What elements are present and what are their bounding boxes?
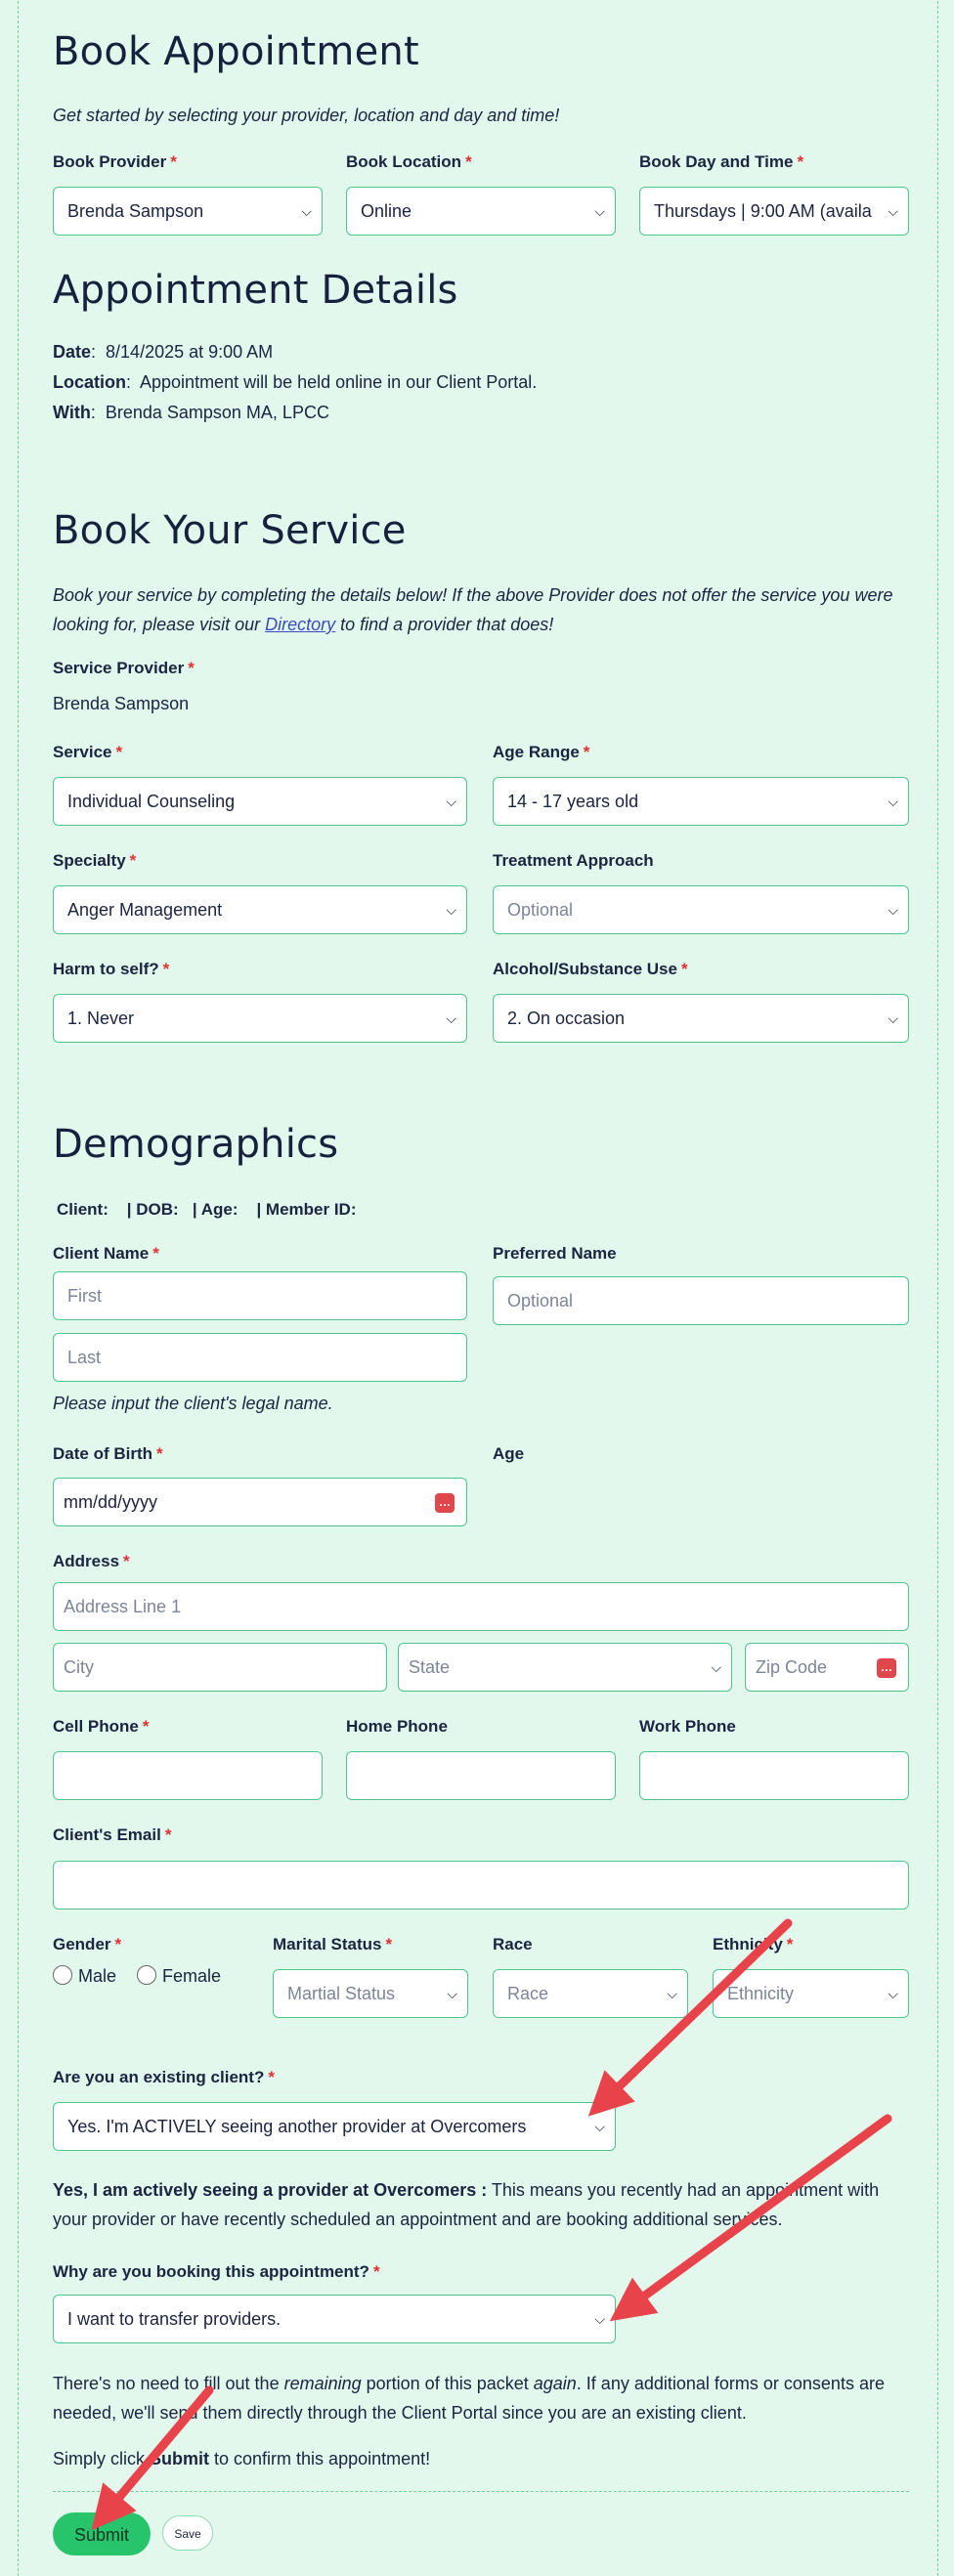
booking-reason-label: Why are you booking this appointment? *: [53, 2262, 380, 2281]
save-button[interactable]: Save: [162, 2515, 213, 2551]
zip-code-input[interactable]: Zip Code…: [745, 1643, 909, 1692]
chevron-down-icon: ⌵: [594, 2119, 605, 2134]
marital-status-select[interactable]: Martial Status ⌵: [273, 1969, 468, 2018]
book-intro: Get started by selecting your provider, …: [53, 106, 560, 125]
service-intro: Book your service by completing the deta…: [53, 585, 893, 634]
book-provider-select[interactable]: Brenda Sampson ⌵: [53, 187, 323, 236]
chevron-down-icon: ⌵: [667, 1986, 677, 2001]
existing-client-label: Are you an existing client? *: [53, 2068, 275, 2086]
radio-circle-icon[interactable]: [137, 1965, 157, 1985]
harm-label: Harm to self? *: [53, 960, 170, 978]
chevron-down-icon: ⌵: [301, 203, 312, 219]
demographics-title: Demographics: [53, 1122, 339, 1167]
address-label: Address *: [53, 1552, 130, 1570]
booking-reason-select[interactable]: I want to transfer providers. ⌵: [53, 2295, 616, 2343]
dob-label: Date of Birth *: [53, 1444, 163, 1463]
state-select[interactable]: State ⌵: [398, 1643, 732, 1692]
race-label: Race: [493, 1935, 533, 1953]
client-name-label: Client Name *: [53, 1244, 159, 1263]
work-phone-label: Work Phone: [639, 1717, 736, 1736]
chevron-down-icon: ⌵: [888, 794, 898, 809]
age-range-label: Age Range *: [493, 743, 590, 761]
home-phone-input[interactable]: [346, 1751, 616, 1800]
city-input[interactable]: City: [53, 1643, 387, 1692]
service-select[interactable]: Individual Counseling ⌵: [53, 777, 467, 826]
preferred-name-label: Preferred Name: [493, 1244, 617, 1263]
existing-client-note: Yes, I am actively seeing a provider at …: [53, 2180, 880, 2229]
client-summary: Client: | DOB: | Age: | Member ID:: [57, 1200, 357, 1219]
book-provider-label: Book Provider *: [53, 152, 177, 171]
harm-select[interactable]: 1. Never ⌵: [53, 994, 467, 1043]
first-name-input[interactable]: First: [53, 1271, 467, 1320]
form-divider: [53, 2491, 909, 2492]
ethnicity-label: Ethnicity *: [713, 1935, 794, 1953]
preferred-name-input[interactable]: Optional: [493, 1276, 909, 1325]
submit-button[interactable]: Submit: [53, 2512, 151, 2555]
treatment-approach-label: Treatment Approach: [493, 851, 654, 870]
chevron-down-icon: ⌵: [888, 1010, 898, 1026]
service-provider-value: Brenda Sampson: [53, 694, 190, 713]
book-appointment-title: Book Appointment: [53, 29, 419, 74]
email-label: Client's Email *: [53, 1825, 172, 1844]
chevron-down-icon: ⌵: [594, 203, 605, 219]
book-daytime-select[interactable]: Thursdays | 9:00 AM (available)⌵: [639, 187, 909, 236]
chevron-down-icon: ⌵: [711, 1659, 721, 1675]
book-daytime-label: Book Day and Time *: [639, 152, 804, 171]
autofill-icon[interactable]: …: [877, 1658, 896, 1678]
chevron-down-icon: ⌵: [446, 902, 456, 918]
gender-label: Gender *: [53, 1935, 122, 1953]
ethnicity-select[interactable]: Ethnicity ⌵: [713, 1969, 909, 2018]
chevron-down-icon: ⌵: [446, 1010, 456, 1026]
gender-female-radio[interactable]: Female: [137, 1965, 221, 1986]
cell-phone-input[interactable]: [53, 1751, 323, 1800]
chevron-down-icon: ⌵: [594, 2311, 605, 2327]
directory-link[interactable]: Directory: [265, 615, 335, 634]
marital-status-label: Marital Status *: [273, 1935, 393, 1953]
book-location-select[interactable]: Online ⌵: [346, 187, 616, 236]
appointment-details-title: Appointment Details: [53, 268, 458, 313]
chevron-down-icon: ⌵: [447, 1986, 457, 2001]
calendar-icon[interactable]: …: [435, 1493, 455, 1513]
service-label: Service *: [53, 743, 123, 761]
specialty-select[interactable]: Anger Management ⌵: [53, 885, 467, 934]
alcohol-select[interactable]: 2. On occasion ⌵: [493, 994, 909, 1043]
chevron-down-icon: ⌵: [446, 794, 456, 809]
alcohol-label: Alcohol/Substance Use *: [493, 960, 688, 978]
name-hint: Please input the client's legal name.: [53, 1394, 333, 1413]
cell-phone-label: Cell Phone *: [53, 1717, 150, 1736]
dob-input[interactable]: mm/dd/yyyy…: [53, 1478, 467, 1526]
last-name-input[interactable]: Last: [53, 1333, 467, 1382]
gender-male-radio[interactable]: Male: [53, 1965, 116, 1986]
chevron-down-icon: ⌵: [888, 902, 898, 918]
age-label: Age: [493, 1444, 525, 1463]
work-phone-input[interactable]: [639, 1751, 909, 1800]
race-select[interactable]: Race ⌵: [493, 1969, 688, 2018]
chevron-down-icon: ⌵: [888, 1986, 898, 2001]
existing-client-select[interactable]: Yes. I'm ACTIVELY seeing another provide…: [53, 2102, 616, 2151]
chevron-down-icon: ⌵: [888, 203, 898, 219]
gender-options: Male Female: [53, 1965, 221, 1987]
service-provider-label: Service Provider *: [53, 659, 195, 677]
detail-with: With: Brenda Sampson MA, LPCC: [53, 403, 329, 422]
age-range-select[interactable]: 14 - 17 years old ⌵: [493, 777, 909, 826]
address-line1-input[interactable]: Address Line 1: [53, 1582, 909, 1631]
email-input[interactable]: [53, 1861, 909, 1910]
detail-date: Date: 8/14/2025 at 9:00 AM: [53, 342, 274, 362]
book-location-label: Book Location *: [346, 152, 472, 171]
home-phone-label: Home Phone: [346, 1717, 448, 1736]
book-service-title: Book Your Service: [53, 508, 407, 553]
treatment-approach-select[interactable]: Optional ⌵: [493, 885, 909, 934]
no-need-note: There's no need to fill out the remainin…: [53, 2374, 885, 2423]
detail-location: Location: Appointment will be held onlin…: [53, 372, 538, 392]
simply-click-note: Simply click Submit to confirm this appo…: [53, 2449, 431, 2469]
specialty-label: Specialty *: [53, 851, 137, 870]
radio-circle-icon[interactable]: [53, 1965, 72, 1985]
